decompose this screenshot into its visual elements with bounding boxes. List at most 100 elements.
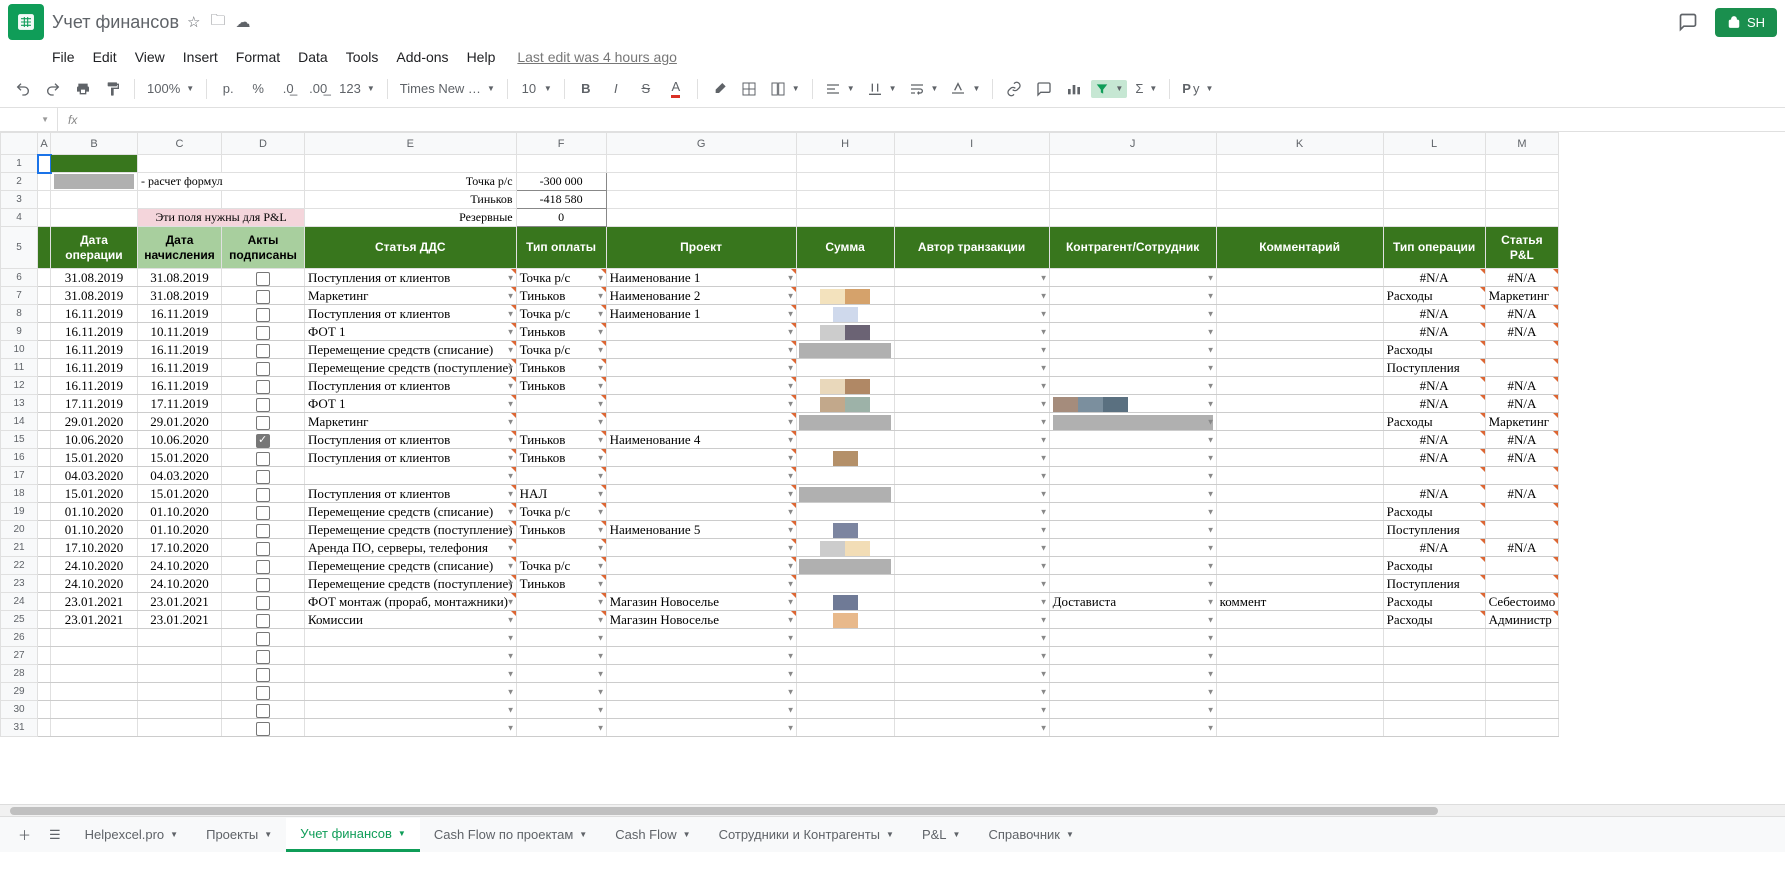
cell[interactable]: ▼ xyxy=(894,395,1049,413)
row-header[interactable]: 23 xyxy=(1,575,38,593)
star-icon[interactable]: ☆ xyxy=(187,13,200,31)
dropdown-arrow-icon[interactable]: ▼ xyxy=(787,543,795,552)
dropdown-arrow-icon[interactable]: ▼ xyxy=(787,399,795,408)
menu-data[interactable]: Data xyxy=(290,45,336,69)
cell[interactable]: ▼ xyxy=(894,413,1049,431)
cell[interactable]: -418 580 xyxy=(516,191,606,209)
cell[interactable]: ▼ xyxy=(1049,557,1216,575)
cell[interactable] xyxy=(796,485,894,503)
cell[interactable]: 10.06.2020 xyxy=(51,431,138,449)
cell[interactable] xyxy=(796,521,894,539)
cell[interactable]: 31.08.2019 xyxy=(51,287,138,305)
cell[interactable]: Себестоимо xyxy=(1485,593,1559,611)
cell[interactable]: Перемещение средств (поступление)▼ xyxy=(305,359,517,377)
cell-checkbox[interactable] xyxy=(222,665,305,683)
menu-file[interactable]: File xyxy=(44,45,83,69)
cell[interactable] xyxy=(38,209,51,227)
cell[interactable] xyxy=(51,173,138,191)
cell[interactable]: ▼ xyxy=(305,683,517,701)
cell-checkbox[interactable] xyxy=(222,377,305,395)
cell[interactable] xyxy=(1485,701,1559,719)
cell[interactable]: ▼ xyxy=(516,701,606,719)
cell[interactable]: ▼ xyxy=(516,683,606,701)
filter-icon[interactable] xyxy=(122,242,134,254)
dropdown-arrow-icon[interactable]: ▼ xyxy=(1040,471,1048,480)
col-header-i[interactable]: I xyxy=(894,133,1049,155)
cell[interactable] xyxy=(1216,503,1383,521)
dropdown-arrow-icon[interactable]: ▼ xyxy=(1207,705,1215,714)
cell-checkbox[interactable] xyxy=(222,701,305,719)
cell[interactable]: 0 xyxy=(516,209,606,227)
cell[interactable] xyxy=(1049,173,1216,191)
filter-icon[interactable] xyxy=(591,242,603,254)
dropdown-arrow-icon[interactable]: ▼ xyxy=(1207,579,1215,588)
cell[interactable]: Поступления от клиентов▼ xyxy=(305,449,517,467)
cell[interactable]: Поступления от клиентов▼ xyxy=(305,377,517,395)
cell[interactable] xyxy=(1216,287,1383,305)
merge-cells-dropdown[interactable]: ▼ xyxy=(766,79,804,99)
dropdown-arrow-icon[interactable]: ▼ xyxy=(507,381,515,390)
dropdown-arrow-icon[interactable]: ▼ xyxy=(597,309,605,318)
dropdown-arrow-icon[interactable]: ▼ xyxy=(1207,507,1215,516)
cell[interactable]: 24.10.2020 xyxy=(138,575,222,593)
dropdown-arrow-icon[interactable]: ▼ xyxy=(597,669,605,678)
menu-view[interactable]: View xyxy=(127,45,173,69)
cell[interactable] xyxy=(1485,155,1559,173)
cell[interactable] xyxy=(38,377,51,395)
cell[interactable] xyxy=(1383,647,1485,665)
functions-dropdown[interactable]: Σ▼ xyxy=(1131,79,1161,98)
cell[interactable]: ▼ xyxy=(606,539,796,557)
dropdown-arrow-icon[interactable]: ▼ xyxy=(787,345,795,354)
cell[interactable]: ▼ xyxy=(1049,305,1216,323)
cell[interactable]: Тиньков▼ xyxy=(516,323,606,341)
row-header[interactable]: 10 xyxy=(1,341,38,359)
col-header-c[interactable]: C xyxy=(138,133,222,155)
dropdown-arrow-icon[interactable]: ▼ xyxy=(787,453,795,462)
cell[interactable] xyxy=(796,305,894,323)
cell[interactable] xyxy=(38,191,51,209)
cell[interactable] xyxy=(38,305,51,323)
cell[interactable] xyxy=(606,191,796,209)
filter-icon[interactable] xyxy=(781,242,793,254)
cell[interactable]: ▼ xyxy=(1049,629,1216,647)
cell-checkbox[interactable] xyxy=(222,719,305,737)
cell[interactable]: Комиссии▼ xyxy=(305,611,517,629)
cell[interactable] xyxy=(796,341,894,359)
dropdown-arrow-icon[interactable]: ▼ xyxy=(1040,597,1048,606)
cell[interactable]: Тиньков▼ xyxy=(516,575,606,593)
cell[interactable]: Маркетинг xyxy=(1485,287,1559,305)
cell[interactable]: 15.01.2020 xyxy=(51,449,138,467)
cell[interactable]: ▼ xyxy=(894,629,1049,647)
cell[interactable]: Точка р/с▼ xyxy=(516,557,606,575)
cell[interactable]: #N/A xyxy=(1383,539,1485,557)
cell[interactable]: ▼ xyxy=(1049,413,1216,431)
cell[interactable]: 15.01.2020 xyxy=(138,485,222,503)
cell[interactable] xyxy=(894,209,1049,227)
text-color-icon[interactable]: A xyxy=(663,76,689,102)
dropdown-arrow-icon[interactable]: ▼ xyxy=(1040,669,1048,678)
cell[interactable]: 23.01.2021 xyxy=(51,593,138,611)
dropdown-arrow-icon[interactable]: ▼ xyxy=(597,489,605,498)
header-comment[interactable]: Комментарий xyxy=(1216,227,1383,269)
cell[interactable]: ▼ xyxy=(894,503,1049,521)
cell[interactable] xyxy=(38,341,51,359)
dropdown-arrow-icon[interactable]: ▼ xyxy=(597,687,605,696)
dropdown-arrow-icon[interactable]: ▼ xyxy=(507,417,515,426)
cell[interactable]: 17.10.2020 xyxy=(51,539,138,557)
dropdown-arrow-icon[interactable]: ▼ xyxy=(1040,417,1048,426)
cell[interactable]: 24.10.2020 xyxy=(138,557,222,575)
cell[interactable]: ▼ xyxy=(1049,359,1216,377)
cell[interactable]: ▼ xyxy=(894,359,1049,377)
cell[interactable]: ▼ xyxy=(305,629,517,647)
cell[interactable] xyxy=(1485,467,1559,485)
cell[interactable] xyxy=(38,629,51,647)
cell[interactable]: ▼ xyxy=(894,449,1049,467)
cell[interactable]: ФОТ 1▼ xyxy=(305,395,517,413)
filter-icon[interactable] xyxy=(206,242,218,254)
sheet-tab[interactable]: Cash Flow▼ xyxy=(601,818,704,852)
col-header-e[interactable]: E xyxy=(305,133,517,155)
header-op-type[interactable]: Тип операции xyxy=(1383,227,1485,269)
cell[interactable]: Перемещение средств (поступление)▼ xyxy=(305,521,517,539)
cell[interactable]: ▼ xyxy=(606,467,796,485)
share-button[interactable]: SH xyxy=(1715,8,1777,37)
